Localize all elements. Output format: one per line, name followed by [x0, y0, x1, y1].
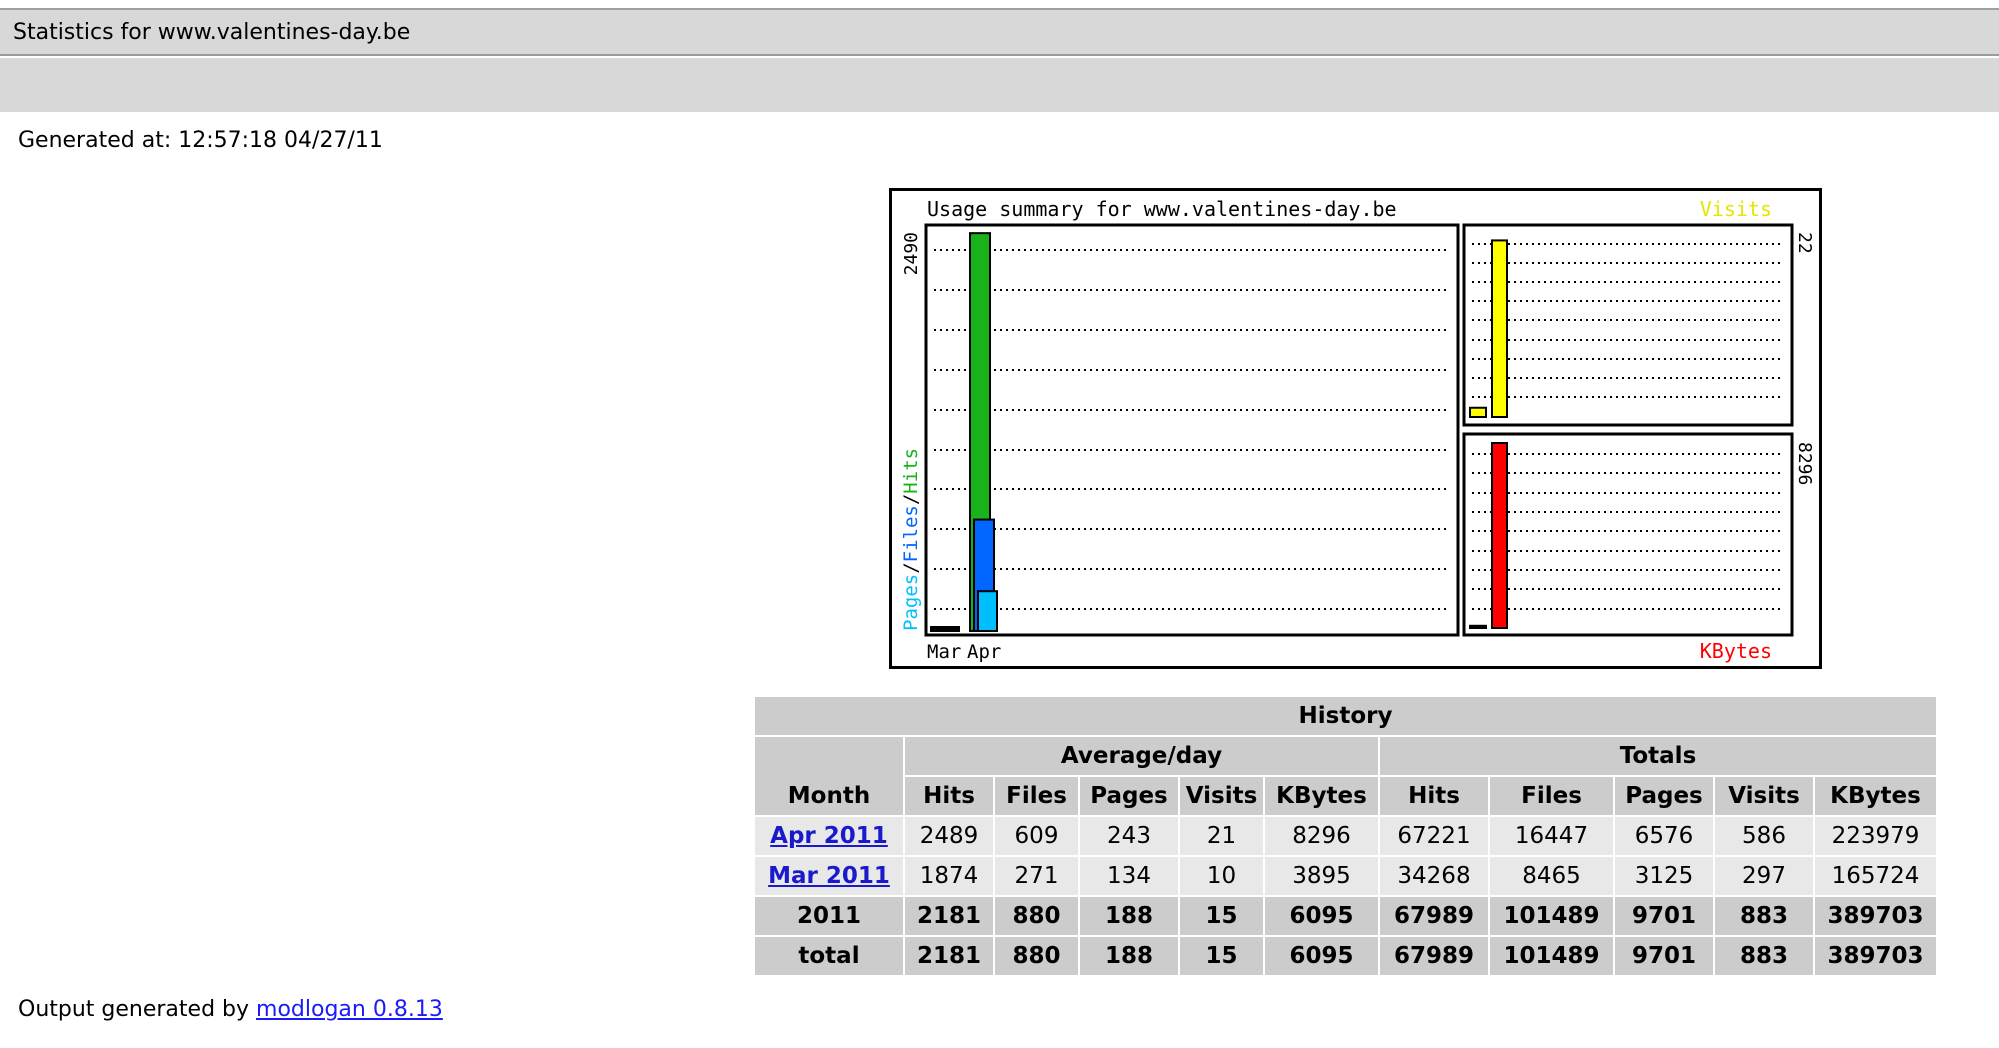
main-max-label: 2490: [901, 232, 922, 275]
bar-apr-kbytes: [1491, 442, 1508, 629]
kbytes-max-label: 8296: [1794, 442, 1815, 485]
generated-label: Generated at:: [18, 128, 172, 153]
tot-kbytes-header: KBytes: [1815, 777, 1938, 817]
avg-visits-header: Visits: [1180, 777, 1265, 817]
table-cell: 67221: [1380, 817, 1490, 857]
table-cell: 243: [1080, 817, 1180, 857]
table-row-total: total 2181 880 188 15 6095 67989 101489 …: [755, 937, 1938, 977]
table-cell: 389703: [1815, 897, 1938, 937]
table-cell: 297: [1715, 857, 1815, 897]
tot-pages-header: Pages: [1615, 777, 1715, 817]
month-header-spacer: [755, 737, 905, 777]
footer-text: Output generated by: [18, 997, 250, 1022]
page-title: Statistics for www.valentines-day.be: [0, 10, 1999, 56]
table-cell: 8465: [1490, 857, 1615, 897]
table-cell: 16447: [1490, 817, 1615, 857]
table-cell: 883: [1715, 937, 1815, 977]
average-day-header: Average/day: [905, 737, 1380, 777]
kbytes-panel-label: KBytes: [1700, 639, 1772, 663]
table-row-year: 2011 2181 880 188 15 6095 67989 101489 9…: [755, 897, 1938, 937]
bar-apr-pages: [977, 590, 998, 632]
table-cell: 101489: [1490, 937, 1615, 977]
month-link-mar-2011[interactable]: Mar 2011: [768, 863, 890, 889]
generated-value: 12:57:18 04/27/11: [178, 128, 383, 153]
axis-label-hits: Hits: [900, 448, 922, 494]
table-cell: 2489: [905, 817, 995, 857]
table-cell: 6576: [1615, 817, 1715, 857]
usage-summary-chart: Usage summary for www.valentines-day.be …: [889, 188, 1822, 670]
table-cell: 188: [1080, 897, 1180, 937]
chart-title: Usage summary for www.valentines-day.be: [927, 197, 1397, 221]
table-cell: 10: [1180, 857, 1265, 897]
tot-files-header: Files: [1490, 777, 1615, 817]
table-cell: 3125: [1615, 857, 1715, 897]
tot-hits-header: Hits: [1380, 777, 1490, 817]
table-cell: 8296: [1265, 817, 1380, 857]
table-cell: 165724: [1815, 857, 1938, 897]
avg-pages-header: Pages: [1080, 777, 1180, 817]
table-cell: 2181: [905, 897, 995, 937]
table-cell: 67989: [1380, 937, 1490, 977]
table-cell: 271: [995, 857, 1080, 897]
table-cell: 21: [1180, 817, 1265, 857]
table-cell: 67989: [1380, 897, 1490, 937]
table-cell: 134: [1080, 857, 1180, 897]
table-cell: 6095: [1265, 937, 1380, 977]
total-cell: total: [755, 937, 905, 977]
table-cell: 15: [1180, 897, 1265, 937]
bar-mar-hits: [930, 626, 960, 632]
table-cell: 9701: [1615, 937, 1715, 977]
x-tick-apr: Apr: [967, 641, 1001, 663]
x-tick-mar: Mar: [927, 641, 961, 663]
table-cell: 586: [1715, 817, 1815, 857]
table-cell: 883: [1715, 897, 1815, 937]
table-cell: 223979: [1815, 817, 1938, 857]
avg-hits-header: Hits: [905, 777, 995, 817]
axis-label-sep-1: /: [900, 562, 922, 573]
table-cell: 2181: [905, 937, 995, 977]
generated-timestamp: Generated at: 12:57:18 04/27/11: [18, 128, 383, 153]
table-cell: 389703: [1815, 937, 1938, 977]
month-cell: Mar 2011: [755, 857, 905, 897]
table-cell: 1874: [905, 857, 995, 897]
menu-bar: [0, 58, 1999, 112]
table-cell: 609: [995, 817, 1080, 857]
axis-label-sep-2: /: [900, 494, 922, 505]
visits-max-label: 22: [1794, 232, 1815, 254]
visits-panel-label: Visits: [1700, 197, 1772, 221]
table-cell: 34268: [1380, 857, 1490, 897]
modlogan-link[interactable]: modlogan 0.8.13: [256, 997, 443, 1022]
avg-files-header: Files: [995, 777, 1080, 817]
table-cell: 880: [995, 897, 1080, 937]
bar-apr-visits: [1491, 239, 1508, 419]
year-cell: 2011: [755, 897, 905, 937]
avg-kbytes-header: KBytes: [1265, 777, 1380, 817]
main-axis-label: Pages/Files/Hits: [900, 448, 922, 631]
history-table: History Average/day Totals Month Hits Fi…: [755, 697, 1938, 977]
table-row: Mar 2011 1874 271 134 10 3895 34268 8465…: [755, 857, 1938, 897]
table-cell: 880: [995, 937, 1080, 977]
table-cell: 6095: [1265, 897, 1380, 937]
kbytes-panel-frame: [1462, 432, 1794, 637]
usage-chart-svg: Usage summary for www.valentines-day.be …: [889, 188, 1822, 669]
month-header: Month: [755, 777, 905, 817]
month-cell: Apr 2011: [755, 817, 905, 857]
visits-panel-frame: [1462, 223, 1794, 427]
axis-label-files: Files: [900, 505, 922, 562]
tot-visits-header: Visits: [1715, 777, 1815, 817]
month-link-apr-2011[interactable]: Apr 2011: [770, 823, 888, 849]
footer: Output generated by modlogan 0.8.13: [18, 997, 443, 1022]
main-panel-frame: [924, 223, 1460, 637]
table-cell: 3895: [1265, 857, 1380, 897]
totals-header: Totals: [1380, 737, 1938, 777]
bar-mar-kbytes: [1469, 624, 1487, 629]
table-cell: 9701: [1615, 897, 1715, 937]
history-title: History: [755, 697, 1938, 737]
axis-label-pages: Pages: [900, 574, 922, 631]
table-cell: 188: [1080, 937, 1180, 977]
table-row: Apr 2011 2489 609 243 21 8296 67221 1644…: [755, 817, 1938, 857]
table-cell: 15: [1180, 937, 1265, 977]
bar-mar-visits: [1469, 406, 1487, 418]
table-cell: 101489: [1490, 897, 1615, 937]
